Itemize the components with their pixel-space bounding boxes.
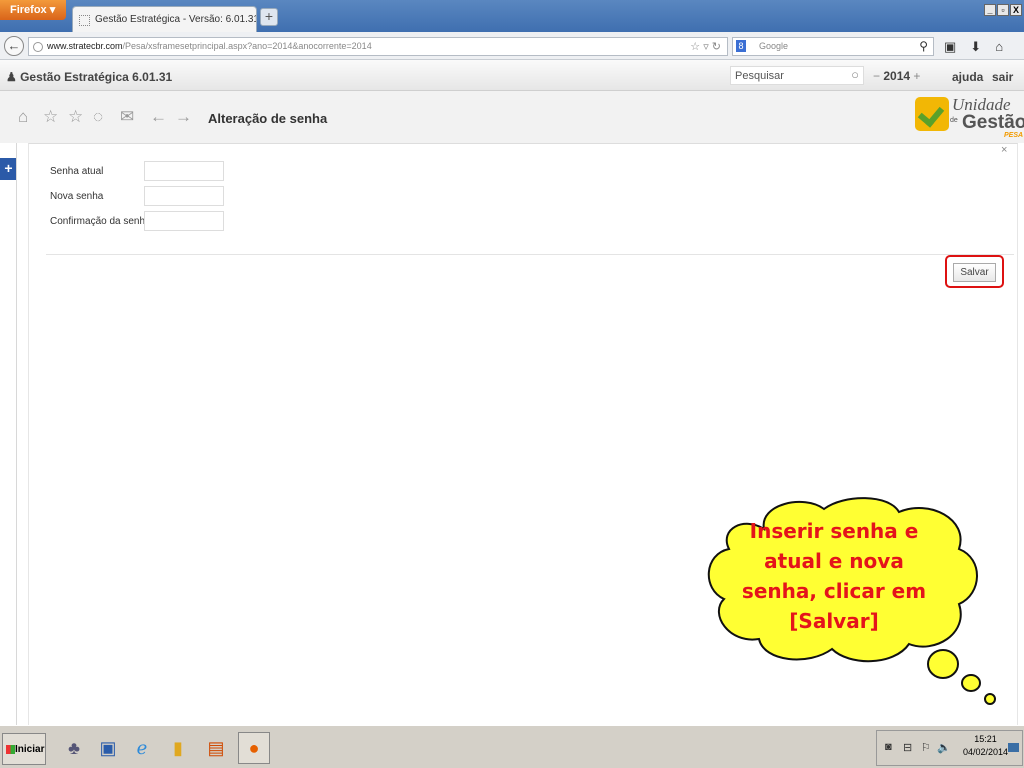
logo-tag: PESA <box>1004 132 1024 139</box>
new-password-label: Nova senha <box>50 191 104 202</box>
year-plus-button[interactable]: + <box>913 69 920 83</box>
side-panel-toggle-button[interactable]: + <box>0 158 17 180</box>
system-tray: ◙ ⊟ ⚐ 🔈 15:21 04/02/2014 <box>876 730 1023 766</box>
globe-icon <box>33 42 43 52</box>
help-link[interactable]: ajuda <box>952 70 983 84</box>
folder-icon[interactable]: ▮ <box>162 732 194 764</box>
network-icon[interactable]: ⊟ <box>903 741 912 754</box>
start-button[interactable]: Iniciar <box>2 733 46 765</box>
unidade-gestao-logo: Unidade de Gestão PESA <box>912 91 1024 143</box>
firefox-taskbar-icon[interactable]: ● <box>238 732 270 764</box>
page-icon <box>79 15 90 26</box>
arrow-forward-icon[interactable]: → <box>175 107 192 127</box>
back-button[interactable]: ← <box>4 36 24 56</box>
bookmark-star-icon[interactable]: ☆ ▿ ↻ <box>690 40 721 53</box>
maximize-button[interactable]: ▫ <box>997 4 1009 16</box>
app-search-input[interactable]: Pesquisar ○ <box>730 66 864 85</box>
close-window-button[interactable]: X <box>1010 4 1022 16</box>
clock-time: 15:21 <box>974 734 997 744</box>
app-toolbar: ⌂ ☆ ☆ ◌ ✉ ← → Alteração de senha Unidade… <box>0 91 1024 143</box>
current-password-label: Senha atual <box>50 166 104 177</box>
windows-taskbar: Iniciar ♣ ▣ ℯ ▮ ▤ ● ◙ ⊟ ⚐ 🔈 15:21 04/02/… <box>0 725 1024 768</box>
confirm-password-label: Confirmação da senha <box>50 216 151 227</box>
window-controls: _ ▫ X <box>984 4 1022 16</box>
year-value: 2014 <box>883 69 911 83</box>
callout-text: Inserir senha e atual e nova senha, clic… <box>741 519 927 633</box>
confirm-password-input[interactable] <box>144 211 224 231</box>
new-password-input[interactable] <box>144 186 224 206</box>
save-button[interactable]: Salvar <box>953 263 996 282</box>
left-divider <box>16 143 17 725</box>
thought-dot-3 <box>984 693 996 705</box>
windows-logo-icon <box>6 745 15 754</box>
app-title-text: Gestão Estratégica 6.01.31 <box>20 70 173 84</box>
google-icon: 8 <box>736 40 746 52</box>
thought-trail <box>927 649 996 705</box>
search-icon[interactable]: ○ <box>851 67 859 82</box>
thought-dot-2 <box>961 674 981 692</box>
internet-explorer-icon[interactable]: ℯ <box>126 732 158 764</box>
arrow-back-icon[interactable]: ← <box>150 107 167 127</box>
address-bar[interactable]: www.stratecbr.com/Pesa/xsframesetprincip… <box>28 37 728 56</box>
clock[interactable]: 15:21 04/02/2014 <box>963 733 1008 759</box>
close-panel-icon[interactable]: × <box>1001 144 1007 156</box>
tab-title: Gestão Estratégica - Versão: 6.01.31 - L… <box>95 14 257 25</box>
browser-navbar: ← www.stratecbr.com/Pesa/xsframesetprinc… <box>0 32 1024 60</box>
browser-titlebar: Firefox ▾ Gestão Estratégica - Versão: 6… <box>0 0 1024 32</box>
start-label: Iniciar <box>15 744 45 755</box>
browser-tab[interactable]: Gestão Estratégica - Versão: 6.01.31 - L… <box>72 6 257 32</box>
flag-icon[interactable]: ⚐ <box>921 741 931 754</box>
logo-line2: Gestão <box>962 112 1024 133</box>
addons-icon[interactable]: ▣ <box>944 39 956 55</box>
network-app-icon[interactable]: ♣ <box>58 732 90 764</box>
checkmark-icon <box>915 97 949 131</box>
app-header: ♟ Gestão Estratégica 6.01.31 Pesquisar ○… <box>0 60 1024 91</box>
volume-icon[interactable]: 🔈 <box>937 741 951 754</box>
home-icon[interactable]: ⌂ <box>18 107 28 127</box>
tray-app-icon[interactable]: ◙ <box>885 741 892 753</box>
search-icon[interactable]: ⚲ <box>919 39 928 53</box>
add-favorite-icon[interactable]: ☆ <box>43 107 58 127</box>
mail-icon[interactable]: ✉ <box>120 107 134 127</box>
clock-date: 04/02/2014 <box>963 747 1009 757</box>
download-icon[interactable]: ⬇ <box>970 39 981 55</box>
browser-search-field[interactable]: 8 Google ⚲ <box>732 37 934 56</box>
app-title: ♟ Gestão Estratégica 6.01.31 <box>6 70 173 84</box>
search-engine-label: Google <box>759 41 789 51</box>
current-password-input[interactable] <box>144 161 224 181</box>
app-search-placeholder: Pesquisar <box>735 70 784 82</box>
powerpoint-icon[interactable]: ▤ <box>200 732 232 764</box>
chat-icon[interactable]: ◌ <box>93 107 103 127</box>
thought-dot-1 <box>927 649 959 679</box>
page-title: Alteração de senha <box>208 111 328 126</box>
new-tab-button[interactable]: + <box>260 8 278 26</box>
favorites-icon[interactable]: ☆ <box>68 107 83 127</box>
logo-de: de <box>950 117 958 124</box>
year-selector: − 2014 + <box>873 69 920 83</box>
logout-link[interactable]: sair <box>992 70 1013 84</box>
url-domain: www.stratecbr.com <box>47 41 123 51</box>
home-icon[interactable]: ⌂ <box>995 39 1003 55</box>
firefox-menu-label: Firefox <box>10 4 47 16</box>
browser-toolbar-icons: ▣ ⬇ ⌂ <box>944 39 1003 55</box>
year-minus-button[interactable]: − <box>873 69 880 83</box>
show-desktop-icon[interactable] <box>1008 743 1019 752</box>
minimize-button[interactable]: _ <box>984 4 996 16</box>
form-divider <box>46 254 1014 255</box>
powershell-icon[interactable]: ▣ <box>92 732 124 764</box>
firefox-menu-button[interactable]: Firefox ▾ <box>0 0 66 20</box>
url-path: /Pesa/xsframesetprincipal.aspx?ano=2014&… <box>122 41 372 51</box>
